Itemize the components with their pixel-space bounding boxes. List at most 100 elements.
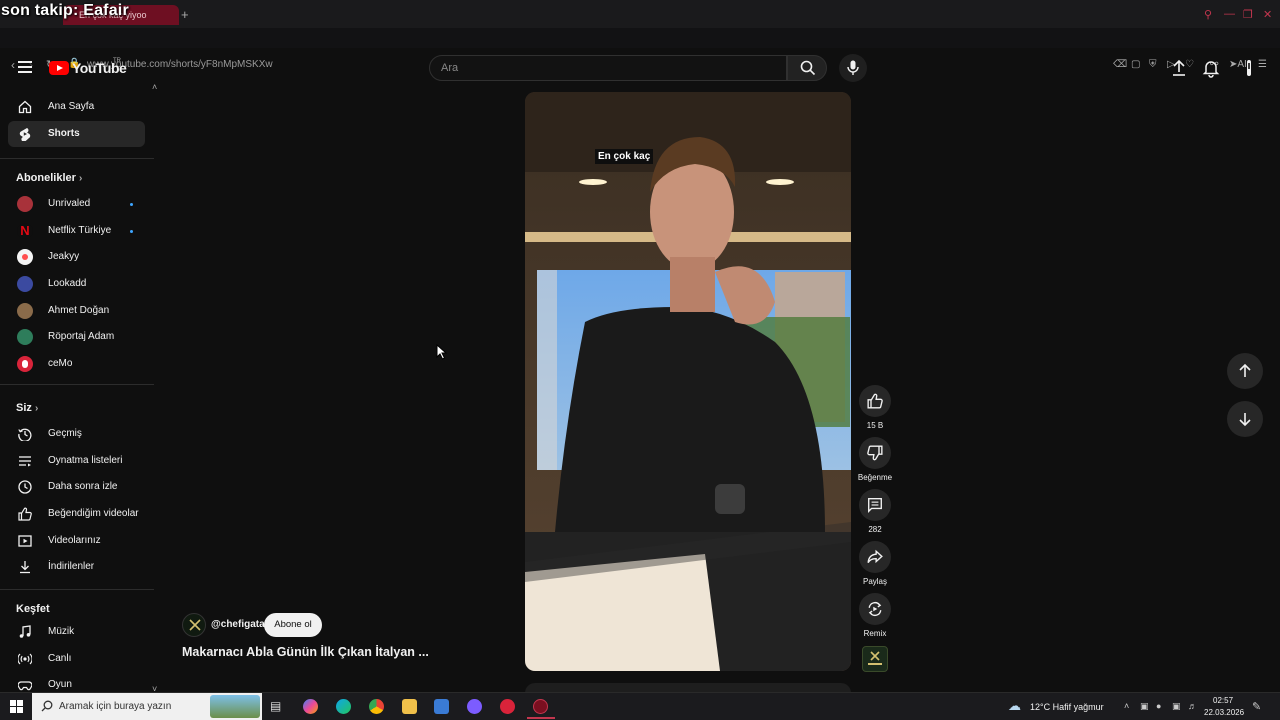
- next-short-button[interactable]: [1227, 401, 1263, 437]
- sidebar-item-playlists[interactable]: Oynatma listeleri: [8, 448, 145, 474]
- remix-icon: [868, 602, 882, 616]
- remix-button[interactable]: [859, 593, 891, 625]
- channel-avatar: [17, 356, 33, 372]
- netflix-avatar: N: [17, 223, 33, 239]
- remix-label: Remix: [863, 629, 887, 638]
- voice-search-button[interactable]: [839, 54, 867, 82]
- you-heading[interactable]: Siz ›: [16, 402, 38, 414]
- sidebar-item-label: Beğendiğim videolar: [48, 508, 139, 519]
- like-button[interactable]: [859, 385, 891, 417]
- windows-start-icon[interactable]: [10, 700, 23, 713]
- sidebar-item-label: Röportaj Adam: [48, 331, 115, 342]
- search-browser-icon[interactable]: ⚲: [1204, 8, 1212, 21]
- subscribe-button[interactable]: Abone ol: [264, 613, 322, 637]
- sidebar-item-label: İndirilenler: [48, 561, 95, 572]
- search-icon: [800, 60, 816, 76]
- opera-gx-icon[interactable]: [533, 699, 548, 714]
- your-videos-icon: [18, 535, 32, 547]
- sidebar-item-subscription[interactable]: ceMo: [8, 351, 145, 377]
- sidebar-item-subscription[interactable]: Ahmet Doğan: [8, 298, 145, 324]
- network-icon[interactable]: ▣: [1172, 701, 1181, 712]
- comments-button[interactable]: [859, 489, 891, 521]
- sidebar-item-live[interactable]: Canlı: [8, 646, 145, 672]
- video-title[interactable]: Makarnacı Abla Günün İlk Çıkan İtalyan .…: [182, 645, 429, 659]
- channel-avatar: [17, 196, 33, 212]
- discord-icon[interactable]: [467, 699, 482, 714]
- weather-text[interactable]: 12°C Hafif yağmur: [1030, 702, 1104, 712]
- shorts-video-player[interactable]: [525, 92, 851, 671]
- search-button[interactable]: [787, 55, 827, 81]
- sidebar-divider: [0, 158, 154, 159]
- tray-chevron-icon[interactable]: ˄: [1124, 701, 1129, 711]
- sidebar-item-subscription[interactable]: Lookadd: [8, 271, 145, 297]
- tray-app-icon[interactable]: ▣: [1140, 701, 1149, 712]
- history-icon: [18, 428, 32, 441]
- video-frame: [525, 92, 851, 671]
- sidebar-item-liked-videos[interactable]: Beğendiğim videolar: [8, 501, 145, 527]
- capture-icon[interactable]: ▢: [1131, 59, 1140, 70]
- media-app-icon[interactable]: [500, 699, 515, 714]
- upload-icon[interactable]: [1169, 58, 1189, 78]
- new-tab-button[interactable]: +: [181, 7, 189, 22]
- dislike-button[interactable]: [859, 437, 891, 469]
- taskbar-search-box[interactable]: Aramak için buraya yazın: [32, 693, 262, 720]
- sidebar-item-home[interactable]: Ana Sayfa: [8, 94, 145, 120]
- browser-tab-bar: En çok kaç yiyoo + ⚲ — ❐ ✕: [0, 0, 1280, 28]
- file-explorer-icon[interactable]: [402, 699, 417, 714]
- gaming-icon: [18, 681, 32, 691]
- sidebar-item-subscription[interactable]: Jeakyy: [8, 244, 145, 270]
- sidebar-item-downloads[interactable]: İndirilenler: [8, 554, 145, 580]
- home-icon: [18, 100, 32, 114]
- subscriptions-heading[interactable]: Abonelikler ›: [16, 172, 82, 184]
- clock-date[interactable]: 22.03.2026: [1204, 708, 1244, 717]
- account-avatar-icon[interactable]: [1239, 58, 1259, 78]
- microphone-tray-icon[interactable]: ●: [1156, 701, 1161, 711]
- scroll-up-icon[interactable]: ˄: [152, 82, 157, 92]
- sidebar-item-music[interactable]: Müzik: [8, 619, 145, 645]
- clock-time[interactable]: 02:57: [1213, 696, 1233, 705]
- youtube-logo-icon[interactable]: [49, 61, 69, 75]
- share-button[interactable]: [859, 541, 891, 573]
- sidebar-item-history[interactable]: Geçmiş: [8, 421, 145, 447]
- address-bar: ‹ › ↻ 🔒 www.youtube.com/shorts/yF8nMpMSK…: [0, 28, 1280, 72]
- channel-avatar: [17, 329, 33, 345]
- previous-short-button[interactable]: [1227, 353, 1263, 389]
- volume-icon[interactable]: ♬: [1188, 701, 1197, 711]
- edge-browser-icon[interactable]: [336, 699, 351, 714]
- weather-icon[interactable]: ☁: [1008, 698, 1021, 714]
- chrome-icon[interactable]: [369, 699, 384, 714]
- channel-name[interactable]: @chefigata: [211, 619, 265, 630]
- task-view-icon[interactable]: ▤: [270, 699, 281, 713]
- notifications-bell-icon[interactable]: [1201, 58, 1221, 78]
- back-icon[interactable]: ‹: [11, 58, 15, 72]
- new-content-dot: [130, 203, 133, 206]
- channel-avatar: [17, 276, 33, 292]
- close-window-button[interactable]: ✕: [1263, 8, 1272, 21]
- pin-icon[interactable]: ⌫: [1113, 59, 1127, 70]
- sidebar-item-label: Daha sonra izle: [48, 481, 118, 492]
- minimize-button[interactable]: —: [1224, 8, 1235, 20]
- sidebar-item-watch-later[interactable]: Daha sonra izle: [8, 474, 145, 500]
- downloads-icon: [20, 561, 30, 574]
- sidebar: ˄ Ana Sayfa Shorts Abonelikler › Unrival…: [0, 82, 158, 694]
- hamburger-menu-icon[interactable]: [18, 61, 32, 73]
- restore-button[interactable]: ❐: [1243, 8, 1253, 21]
- sidebar-item-your-videos[interactable]: Videolarınız: [8, 528, 145, 554]
- sound-channel-thumbnail[interactable]: [862, 646, 888, 672]
- copilot-icon[interactable]: [303, 699, 318, 714]
- browser-menu-icon[interactable]: ☰: [1258, 59, 1267, 70]
- dislike-label: Beğenme: [857, 473, 893, 482]
- video-caption: En çok kaç: [595, 149, 654, 164]
- sidebar-item-label: Lookadd: [48, 278, 87, 289]
- microsoft-store-icon[interactable]: [434, 699, 449, 714]
- channel-avatar[interactable]: [182, 613, 206, 637]
- sidebar-item-subscription[interactable]: Unrivaled: [8, 191, 145, 217]
- search-input[interactable]: [430, 56, 786, 80]
- sidebar-item-subscription[interactable]: Röportaj Adam: [8, 324, 145, 350]
- sidebar-item-shorts[interactable]: Shorts: [8, 121, 145, 147]
- search-highlight-image: [210, 695, 260, 718]
- active-app-indicator: [527, 717, 555, 719]
- shield-icon[interactable]: ⛨: [1149, 59, 1157, 70]
- sidebar-item-subscription[interactable]: N Netflix Türkiye: [8, 218, 145, 244]
- notification-center-icon[interactable]: ✎: [1252, 700, 1261, 713]
